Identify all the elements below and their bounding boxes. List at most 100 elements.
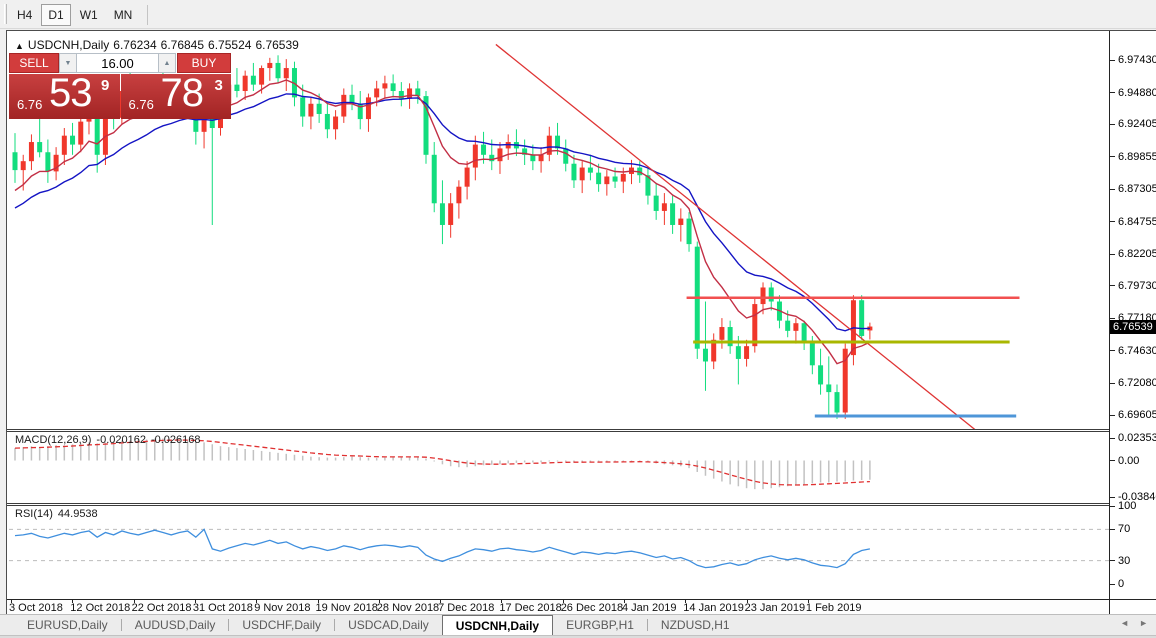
chart-symbol-label: USDCNH,Daily [28,38,109,52]
buy-price-prefix: 6.76 [129,97,154,112]
toolbar-grip[interactable] [4,4,7,24]
collapse-arrow-icon[interactable]: ▲ [15,41,24,51]
sell-price-prefix: 6.76 [17,97,42,112]
buy-price-box[interactable]: 6.76 78 3 [121,74,232,119]
timeframe-group: H4D1W1MN [10,2,154,27]
volume-decrease-button[interactable]: ▼ [59,53,77,73]
rsi-label: RSI(14) 44.9538 [15,508,103,520]
trade-controls-row: SELL ▼ 16.00 ▲ BUY [9,53,231,73]
buy-price-pip: 3 [215,77,223,94]
price-axis-label: 6.72080 [1118,377,1156,389]
timeframe-button-mn[interactable]: MN [107,4,140,26]
rsi-value: 44.9538 [58,508,98,520]
sell-button[interactable]: SELL [9,53,59,73]
date-axis-label: 7 Dec 2018 [438,602,494,614]
sell-price-pip: 9 [101,77,109,94]
axis-tick [1110,460,1115,461]
descending-trendline [496,44,977,429]
axis-tick [1110,189,1115,190]
date-axis-label: 1 Feb 2019 [806,602,862,614]
axis-tick [1110,285,1115,286]
ohlc-high: 6.76845 [161,38,204,52]
axis-tick [1110,92,1115,93]
rsi-axis-label: 70 [1118,523,1130,535]
sell-price-big: 53 [49,71,92,116]
date-axis[interactable]: 3 Oct 201812 Oct 201822 Oct 201831 Oct 2… [7,600,1109,615]
date-axis-label: 26 Dec 2018 [561,602,623,614]
tab-scroll-controls: ◄ ► [1120,618,1148,628]
date-axis-label: 9 Nov 2018 [254,602,310,614]
axis-tick [1110,415,1115,416]
chart-tab-nzdusd[interactable]: NZDUSD,H1 [648,615,743,635]
toolbar-separator [147,5,148,25]
ohlc-open: 6.76234 [113,38,156,52]
date-axis-label: 14 Jan 2019 [683,602,744,614]
rsi-name: RSI(14) [15,508,53,520]
macd-value-signal: -0.026168 [151,434,201,446]
trade-prices-row: 6.76 53 9 6.76 78 3 [9,74,231,119]
price-axis[interactable]: 6.97430 6.94880 6.92405 6.89855 6.87305 6.847… [1110,31,1156,599]
date-axis-label: 19 Nov 2018 [316,602,378,614]
price-axis-label: 6.94880 [1118,87,1156,99]
axis-tick [1110,438,1115,439]
axis-tick [1110,254,1115,255]
axis-tick [1110,383,1115,384]
macd-histogram [15,439,870,490]
chart-tab-usdchf[interactable]: USDCHF,Daily [229,615,334,635]
date-axis-label: 23 Jan 2019 [745,602,806,614]
axis-tick [1110,560,1115,561]
sell-price-box[interactable]: 6.76 53 9 [9,74,120,119]
ohlc-close: 6.76539 [255,38,298,52]
macd-axis-label: 0.00 [1118,455,1139,467]
axis-tick [1110,584,1115,585]
volume-input[interactable]: 16.00 [77,53,158,73]
timeframe-button-h4[interactable]: H4 [10,4,39,26]
chart-window: ▲USDCNH,Daily6.762346.768456.755246.7653… [6,30,1156,614]
one-click-trade-panel: SELL ▼ 16.00 ▲ BUY 6.76 53 9 6.76 78 3 [9,53,231,119]
tab-scroll-right-icon[interactable]: ► [1139,618,1148,628]
price-axis-label: 6.92405 [1118,118,1156,130]
tabs-row: EURUSD,DailyAUDUSD,DailyUSDCHF,DailyUSDC… [14,615,743,635]
date-axis-label: 31 Oct 2018 [193,602,253,614]
chart-tab-audusd[interactable]: AUDUSD,Daily [122,615,229,635]
current-price-tag: 6.76539 [1110,320,1156,334]
volume-increase-button[interactable]: ▲ [158,53,176,73]
rsi-canvas[interactable] [9,506,1109,599]
chart-tab-eurgbp[interactable]: EURGBP,H1 [553,615,647,635]
chart-tab-eurusd[interactable]: EURUSD,Daily [14,615,121,635]
tabbar-lead-space [0,615,14,635]
axis-tick [1110,497,1115,498]
date-axis-label: 22 Oct 2018 [132,602,192,614]
date-axis-label: 3 Oct 2018 [9,602,63,614]
chart-tab-usdcad[interactable]: USDCAD,Daily [335,615,442,635]
macd-axis-label: 0.023534 [1118,432,1156,444]
price-axis-label: 6.84755 [1118,216,1156,228]
chart-tabbar: EURUSD,DailyAUDUSD,DailyUSDCHF,DailyUSDC… [0,614,1156,635]
buy-button[interactable]: BUY [177,53,231,73]
tab-scroll-left-icon[interactable]: ◄ [1120,618,1129,628]
price-axis-label: 6.87305 [1118,183,1156,195]
axis-tick [1110,350,1115,351]
macd-value-main: -0.020162 [96,434,146,446]
price-axis-label: 6.79730 [1118,280,1156,292]
macd-panel-splitter[interactable] [7,429,1156,432]
date-axis-label: 4 Jan 2019 [622,602,676,614]
rsi-axis-label: 100 [1118,500,1136,512]
price-axis-label: 6.69605 [1118,409,1156,421]
timeframe-toolbar: H4D1W1MN [0,0,1156,29]
axis-tick [1110,156,1115,157]
price-axis-label: 6.82205 [1118,248,1156,260]
chart-tab-usdcnh[interactable]: USDCNH,Daily [442,615,553,635]
ohlc-low: 6.75524 [208,38,251,52]
date-axis-label: 17 Dec 2018 [499,602,561,614]
chart-ohlc-header: ▲ USDCNH,Daily 6.76234 6.76845 6.75524 6.7653… [15,38,303,52]
price-axis-label: 6.74630 [1118,345,1156,357]
macd-label: MACD(12,26,9)-0.020162-0.026168 [15,434,206,446]
timeframe-button-d1[interactable]: D1 [41,4,70,26]
price-axis-label: 6.97430 [1118,54,1156,66]
date-axis-label: 28 Nov 2018 [377,602,439,614]
price-axis-label: 6.89855 [1118,151,1156,163]
rsi-axis-label: 0 [1118,578,1124,590]
timeframe-button-w1[interactable]: W1 [73,4,105,26]
axis-tick [1110,221,1115,222]
